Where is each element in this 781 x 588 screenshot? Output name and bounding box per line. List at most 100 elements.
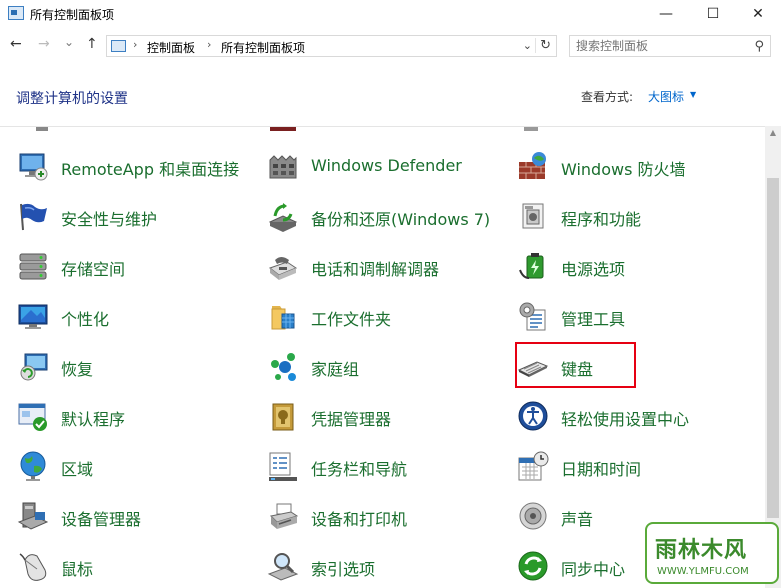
item-ease-of-access[interactable]: 轻松使用设置中心 — [517, 396, 757, 436]
item-label[interactable]: 默认程序 — [61, 406, 125, 430]
item-label[interactable]: 备份和还原(Windows 7) — [311, 206, 490, 230]
refresh-icon[interactable]: ↻ — [535, 38, 551, 53]
credential-manager-icon — [272, 403, 294, 431]
search-box[interactable]: ⚲ — [569, 35, 771, 57]
maximize-button[interactable]: ☐ — [690, 0, 736, 28]
item-security-maintenance[interactable]: 安全性与维护 — [17, 196, 257, 236]
address-bar[interactable]: › 控制面板 › 所有控制面板项 ⌄ ↻ — [106, 35, 557, 57]
item-backup-restore[interactable]: 备份和还原(Windows 7) — [267, 196, 507, 236]
item-label[interactable]: 索引选项 — [311, 556, 375, 580]
item-label[interactable]: 工作文件夹 — [311, 306, 391, 330]
item-device-manager[interactable]: 设备管理器 — [17, 496, 257, 536]
up-arrow-icon[interactable]: ↑ — [86, 36, 98, 52]
ease-of-access-icon — [518, 401, 548, 431]
breadcrumb-control-panel[interactable]: 控制面板 — [147, 39, 195, 56]
item-homegroup[interactable]: 家庭组 — [267, 346, 507, 386]
breadcrumb-separator[interactable]: › — [207, 38, 211, 51]
watermark-text: 雨林木风 — [655, 538, 748, 563]
item-label[interactable]: 安全性与维护 — [61, 206, 157, 230]
item-label[interactable]: 程序和功能 — [561, 206, 641, 230]
recovery-icon — [20, 353, 48, 381]
item-date-time[interactable]: 日期和时间 — [517, 446, 757, 486]
control-panel-icon — [8, 6, 24, 20]
vertical-scrollbar[interactable]: ▲ — [765, 126, 781, 588]
item-label[interactable]: 设备管理器 — [61, 506, 141, 530]
breadcrumb-separator[interactable]: › — [133, 38, 137, 51]
window-title: 所有控制面板项 — [30, 8, 115, 22]
mouse-icon — [19, 553, 47, 581]
back-arrow-icon[interactable]: ← — [10, 36, 22, 52]
chevron-down-icon[interactable]: ▼ — [690, 90, 696, 99]
item-label[interactable]: 日期和时间 — [561, 456, 641, 480]
admin-tools-icon — [519, 302, 546, 331]
item-label[interactable]: 轻松使用设置中心 — [561, 406, 689, 430]
item-indexing-options[interactable]: 索引选项 — [267, 546, 507, 586]
item-taskbar-navigation[interactable]: 任务栏和导航 — [267, 446, 507, 486]
firewall-icon — [519, 152, 546, 179]
item-label[interactable]: 家庭组 — [311, 356, 359, 380]
work-folders-icon — [271, 306, 295, 330]
item-label[interactable]: 管理工具 — [561, 306, 625, 330]
devices-printers-icon — [269, 503, 299, 529]
search-input[interactable] — [576, 39, 746, 53]
item-label[interactable]: 个性化 — [61, 306, 109, 330]
item-default-programs[interactable]: 默认程序 — [17, 396, 257, 436]
item-phone-modem[interactable]: 电话和调制解调器 — [267, 246, 507, 286]
item-windows-firewall[interactable]: Windows 防火墙 — [517, 146, 757, 186]
item-label[interactable]: 鼠标 — [61, 556, 93, 580]
view-by-label: 查看方式: — [581, 90, 634, 104]
breadcrumb-all-items[interactable]: 所有控制面板项 — [221, 39, 305, 56]
date-time-icon — [518, 451, 549, 481]
item-label[interactable]: Windows 防火墙 — [561, 156, 686, 180]
close-button[interactable]: ✕ — [735, 0, 781, 28]
security-flag-icon — [20, 203, 47, 231]
item-label[interactable]: 电话和调制解调器 — [311, 256, 439, 280]
item-label[interactable]: 凭据管理器 — [311, 406, 391, 430]
forward-arrow-icon[interactable]: → — [38, 36, 50, 52]
search-icon[interactable]: ⚲ — [754, 39, 764, 54]
homegroup-icon — [271, 353, 296, 381]
item-programs-features[interactable]: 程序和功能 — [517, 196, 757, 236]
scroll-up-icon[interactable]: ▲ — [765, 128, 781, 137]
item-administrative-tools[interactable]: 管理工具 — [517, 296, 757, 336]
item-work-folders[interactable]: 工作文件夹 — [267, 296, 507, 336]
address-dropdown-icon[interactable]: ⌄ — [523, 39, 532, 52]
item-label[interactable]: 恢复 — [61, 356, 93, 380]
highlight-box — [515, 342, 636, 388]
item-mouse[interactable]: 鼠标 — [17, 546, 257, 586]
item-remoteapp[interactable]: RemoteApp 和桌面连接 — [17, 146, 257, 186]
personalization-icon — [18, 304, 48, 329]
item-devices-printers[interactable]: 设备和打印机 — [267, 496, 507, 536]
item-label[interactable]: 同步中心 — [561, 556, 625, 580]
power-options-icon — [519, 253, 544, 279]
title-bar: 所有控制面板项 — ☐ ✕ — [0, 0, 781, 28]
item-personalization[interactable]: 个性化 — [17, 296, 257, 336]
item-credential-manager[interactable]: 凭据管理器 — [267, 396, 507, 436]
item-label[interactable]: 声音 — [561, 506, 593, 530]
item-region[interactable]: 区域 — [17, 446, 257, 486]
recent-locations-icon[interactable]: ⌄ — [64, 35, 74, 49]
item-label[interactable]: 任务栏和导航 — [311, 456, 407, 480]
indexing-icon — [267, 553, 299, 581]
item-windows-defender[interactable]: Windows Defender — [267, 146, 507, 186]
view-by-dropdown[interactable]: 大图标 — [648, 88, 684, 105]
region-globe-icon — [20, 451, 46, 481]
item-label[interactable]: 设备和打印机 — [311, 506, 407, 530]
item-label[interactable]: 存储空间 — [61, 256, 125, 280]
scrollbar-thumb[interactable] — [767, 178, 779, 518]
item-label[interactable]: 电源选项 — [561, 256, 625, 280]
watermark-url: WWW.YLMFU.COM — [657, 566, 749, 577]
device-manager-icon — [17, 502, 49, 530]
item-label[interactable]: RemoteApp 和桌面连接 — [61, 156, 239, 180]
remoteapp-icon — [19, 153, 48, 181]
minimize-button[interactable]: — — [643, 0, 689, 28]
item-storage-spaces[interactable]: 存储空间 — [17, 246, 257, 286]
item-power-options[interactable]: 电源选项 — [517, 246, 757, 286]
taskbar-icon — [269, 452, 297, 481]
item-label[interactable]: Windows Defender — [311, 156, 462, 175]
item-label[interactable]: 区域 — [61, 456, 93, 480]
page-title: 调整计算机的设置 — [16, 91, 128, 107]
phone-modem-icon — [268, 257, 298, 280]
item-recovery[interactable]: 恢复 — [17, 346, 257, 386]
partial-icon — [524, 127, 538, 131]
